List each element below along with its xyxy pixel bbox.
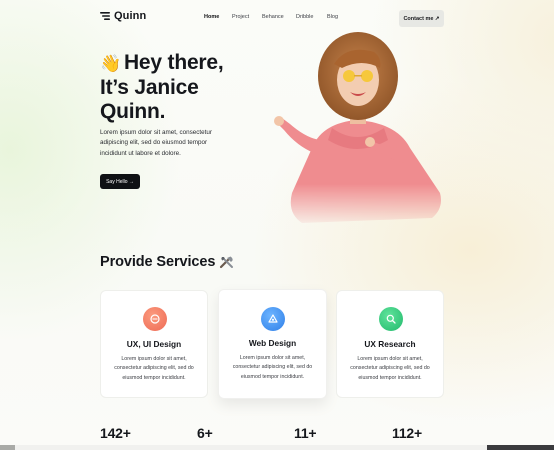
service-card-title: UX, UI Design — [126, 339, 182, 349]
service-card-ux-ui[interactable]: UX, UI Design Lorem ipsum dolor sit amet… — [100, 290, 208, 398]
service-card-ux-research[interactable]: UX Research Lorem ipsum dolor sit amet, … — [336, 290, 444, 398]
hero-description: Lorem ipsum dolor sit amet, consectetur … — [100, 129, 212, 157]
stat-value: 6+ — [197, 425, 213, 441]
contact-button[interactable]: Contact me ↗ — [399, 10, 444, 27]
services-title-text: Provide Services — [100, 254, 216, 270]
hero-title-line3: Quinn. — [100, 100, 166, 123]
bottom-strip-left — [0, 445, 15, 450]
web-icon — [261, 307, 285, 331]
brand-name: Quinn — [114, 10, 147, 22]
services-title: Provide Services — [100, 254, 234, 270]
stat-value: 11+ — [294, 425, 317, 441]
menu-lines-icon — [100, 12, 110, 20]
hero-title-line2: It’s Janice — [100, 76, 199, 99]
nav-links: Home Project Behance Dribble Blog — [204, 14, 347, 20]
waving-hand-icon: 👋 — [100, 54, 121, 73]
nav-link-dribble[interactable]: Dribble — [296, 14, 327, 20]
service-card-title: UX Research — [364, 339, 416, 349]
service-card-web-design[interactable]: Web Design Lorem ipsum dolor sit amet, c… — [218, 289, 327, 399]
nav-link-project[interactable]: Project — [232, 14, 262, 20]
service-card-title: Web Design — [248, 338, 297, 348]
nav-link-home[interactable]: Home — [204, 14, 232, 20]
portrait-photo — [274, 32, 441, 223]
design-icon — [143, 307, 167, 331]
tools-icon — [220, 256, 234, 268]
nav-link-behance[interactable]: Behance — [262, 14, 296, 20]
bottom-strip — [0, 445, 554, 450]
hero-title: 👋 Hey there, It’s Janice Quinn. — [100, 51, 270, 124]
bottom-strip-right — [487, 445, 554, 450]
hero-title-line1: Hey there, — [123, 51, 224, 74]
service-card-description: Lorem ipsum dolor sit amet, consectetur … — [114, 356, 194, 381]
stat-value: 142+ — [100, 425, 131, 441]
say-hello-button[interactable]: Say Hello → — [100, 174, 140, 189]
nav-link-blog[interactable]: Blog — [327, 14, 347, 20]
brand-logo[interactable]: Quinn — [100, 10, 146, 22]
stat-value: 112+ — [392, 425, 422, 441]
service-card-description: Lorem ipsum dolor sit amet, consectetur … — [232, 355, 313, 380]
research-icon — [379, 307, 403, 331]
service-card-description: Lorem ipsum dolor sit amet, consectetur … — [350, 356, 430, 381]
